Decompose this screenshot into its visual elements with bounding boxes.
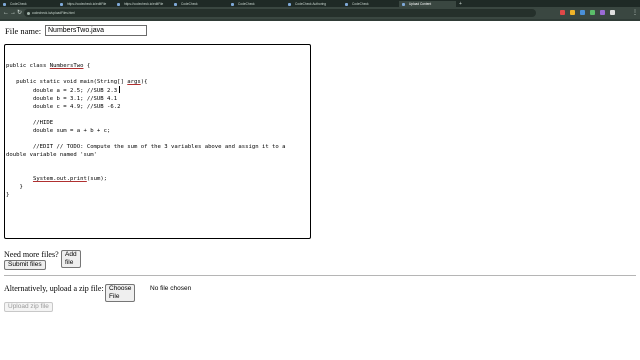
browser-tab-label: Upload Content	[409, 2, 432, 6]
tab-favicon-icon	[345, 2, 348, 6]
reload-icon[interactable]: ↻	[17, 9, 22, 17]
extension-icon[interactable]	[560, 10, 565, 15]
browser-tab-bar: CodeCheck https://codecheck.io/editFile ht…	[0, 0, 640, 7]
tab-favicon-icon	[60, 2, 63, 6]
code-line: public static void main(String[] args){	[6, 79, 148, 85]
extension-icon[interactable]	[580, 10, 585, 15]
need-more-files-row: Need more files? Add file	[4, 249, 81, 268]
zip-upload-label: Alternatively, upload a zip file:	[4, 284, 104, 293]
code-line: }	[6, 184, 23, 190]
code-line: double variable named 'sum'	[6, 152, 97, 158]
code-line: double b = 3.1; //SUB 4.1	[6, 96, 118, 102]
code-line: System.out.print(sum);	[32, 176, 108, 182]
browser-tab-label: CodeCheck	[181, 2, 198, 6]
code-content[interactable]: public class NumbersTwo { public static …	[5, 45, 310, 199]
no-file-chosen-text: No file chosen	[150, 285, 192, 292]
spellcheck-underline: System.out.print	[32, 176, 87, 182]
forward-icon[interactable]: →	[10, 9, 16, 17]
extension-icon[interactable]	[610, 10, 615, 15]
code-line: //EDIT // TODO: Compute the sum of the 3…	[6, 144, 286, 150]
file-name-input[interactable]: NumbersTwo.java	[45, 25, 147, 36]
tab-favicon-icon	[231, 2, 234, 6]
add-file-button[interactable]: Add file	[61, 250, 81, 268]
browser-tab-label: https://codecheck.io/editFile	[67, 2, 107, 6]
browser-tab-label: CodeCheck	[238, 2, 255, 6]
tab-favicon-icon	[3, 2, 6, 6]
browser-tab-label: CodeCheck	[10, 2, 27, 6]
code-line: public class NumbersTwo {	[6, 63, 91, 69]
tab-favicon-icon	[288, 2, 291, 6]
spellcheck-underline: args	[127, 79, 141, 85]
upload-zip-button: Upload zip file	[4, 302, 53, 312]
code-line: double c = 4.9; //SUB -6.2	[6, 104, 121, 110]
section-divider	[4, 275, 636, 276]
spellcheck-underline: NumbersTwo	[49, 63, 84, 69]
submit-files-button[interactable]: Submit files	[4, 260, 46, 270]
url-field[interactable]: codecheck.io/uploadFiles.html	[24, 9, 536, 17]
tab-favicon-icon	[174, 2, 177, 6]
choose-file-button[interactable]: Choose File	[105, 284, 136, 302]
site-info-icon[interactable]	[27, 11, 30, 15]
browser-tab-label: https://codecheck.io/editFile	[124, 2, 164, 6]
tab-favicon-icon	[402, 2, 405, 6]
code-line: double sum = a + b + c;	[6, 128, 111, 134]
tab-favicon-icon	[117, 2, 120, 6]
back-icon[interactable]: ←	[3, 9, 9, 17]
url-text: codecheck.io/uploadFiles.html	[32, 11, 75, 15]
text-caret	[119, 86, 120, 93]
browser-menu-icon[interactable]: ⋮	[632, 9, 638, 17]
browser-tab-label: CodeCheck	[352, 2, 369, 6]
code-line: //HIDE	[6, 120, 54, 126]
extension-icon[interactable]	[570, 10, 575, 15]
need-more-files-label: Need more files?	[4, 250, 59, 259]
file-name-row: File name: NumbersTwo.java	[5, 25, 147, 37]
code-editor[interactable]: public class NumbersTwo { public static …	[4, 44, 311, 239]
zip-upload-row: Alternatively, upload a zip file: Choose…	[4, 283, 191, 302]
extension-icon[interactable]	[590, 10, 595, 15]
code-line: double a = 2.5; //SUB 2.3	[6, 86, 120, 94]
code-line: }	[6, 192, 10, 198]
browser-address-bar: ← → ↻ codecheck.io/uploadFiles.html ⋮	[0, 7, 640, 19]
extension-icon[interactable]	[600, 10, 605, 15]
browser-tab-label: CodeCheck Authoring	[295, 2, 327, 6]
file-name-label: File name:	[5, 26, 42, 36]
bookmark-bar	[0, 19, 640, 21]
